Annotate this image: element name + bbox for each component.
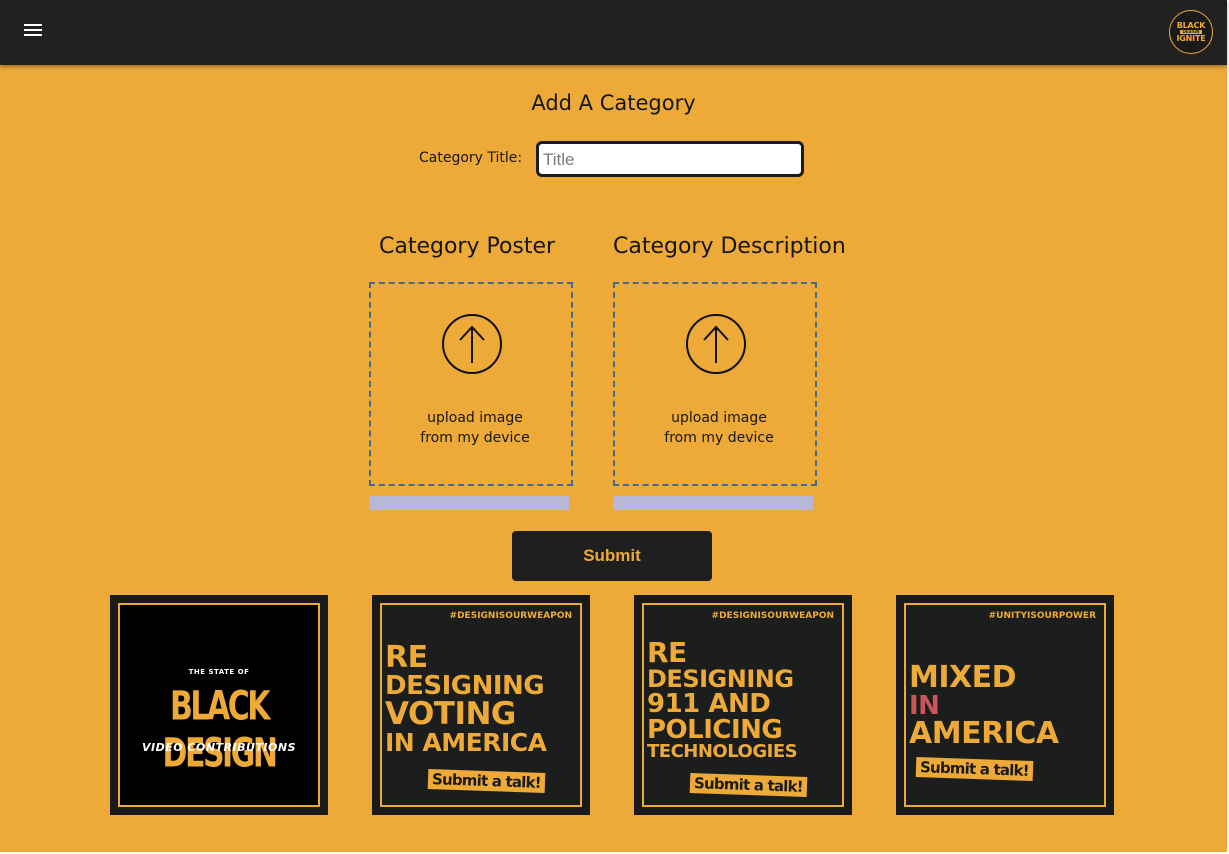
category-poster-card[interactable]: THE STATE OF BLACK DESIGN VIDEO CONTRIBU… [110, 595, 328, 815]
category-poster-card[interactable]: #DESIGNISOURWEAPON RE DESIGNING VOTING I… [372, 595, 590, 815]
submit-talk-badge: Submit a talk! [689, 772, 808, 798]
category-poster-card[interactable]: #UNITYISOURPOWER MIXED IN AMERICA Submit… [896, 595, 1114, 815]
poster-hashtag: #UNITYISOURPOWER [988, 611, 1096, 621]
category-title-input[interactable] [536, 141, 804, 177]
category-title-label: Category Title: [419, 150, 523, 166]
poster-frame: #UNITYISOURPOWER MIXED IN AMERICA Submit… [904, 603, 1106, 807]
poster-kicker: THE STATE OF [188, 668, 250, 676]
upload-arrow-icon [686, 314, 746, 374]
upload-instructions: upload image from my device [664, 410, 774, 446]
poster-headline: RE DESIGNING VOTING IN AMERICA [385, 640, 547, 757]
submit-button[interactable]: Submit [512, 531, 712, 581]
submit-talk-badge: Submit a talk! [427, 768, 546, 794]
category-poster-heading: Category Poster [379, 234, 556, 259]
page-title: Add A Category [531, 91, 696, 115]
poster-hashtag: #DESIGNISOURWEAPON [449, 611, 572, 621]
upload-arrow-icon [442, 314, 502, 374]
upload-instructions: upload image from my device [420, 410, 530, 446]
poster-upload-dropzone[interactable]: upload image from my device [369, 282, 573, 486]
poster-frame: #DESIGNISOURWEAPON RE DESIGNING VOTING I… [380, 603, 582, 807]
poster-headline: RE DESIGNING 911 AND POLICING TECHNOLOGI… [647, 636, 798, 762]
poster-headline: MIXED IN AMERICA [909, 660, 1059, 751]
poster-upload-progress [369, 496, 569, 510]
poster-hashtag: #DESIGNISOURWEAPON [711, 611, 834, 621]
page: BLACK DESIGN IGNITE Add A Category Categ… [0, 0, 1227, 852]
poster-frame: #DESIGNISOURWEAPON RE DESIGNING 911 AND … [642, 603, 844, 807]
brand-logo[interactable]: BLACK DESIGN IGNITE [1169, 10, 1213, 54]
top-app-bar: BLACK DESIGN IGNITE [0, 0, 1227, 65]
description-upload-dropzone[interactable]: upload image from my device [613, 282, 817, 486]
category-description-heading: Category Description [613, 234, 846, 259]
poster-subtitle: VIDEO CONTRIBUTIONS [141, 741, 297, 754]
hamburger-menu-icon[interactable] [22, 20, 46, 40]
description-upload-progress [613, 496, 813, 510]
category-poster-card[interactable]: #DESIGNISOURWEAPON RE DESIGNING 911 AND … [634, 595, 852, 815]
poster-headline: BLACK DESIGN [162, 683, 278, 778]
poster-frame: THE STATE OF BLACK DESIGN VIDEO CONTRIBU… [118, 603, 320, 807]
submit-talk-badge: Submit a talk! [915, 756, 1034, 782]
